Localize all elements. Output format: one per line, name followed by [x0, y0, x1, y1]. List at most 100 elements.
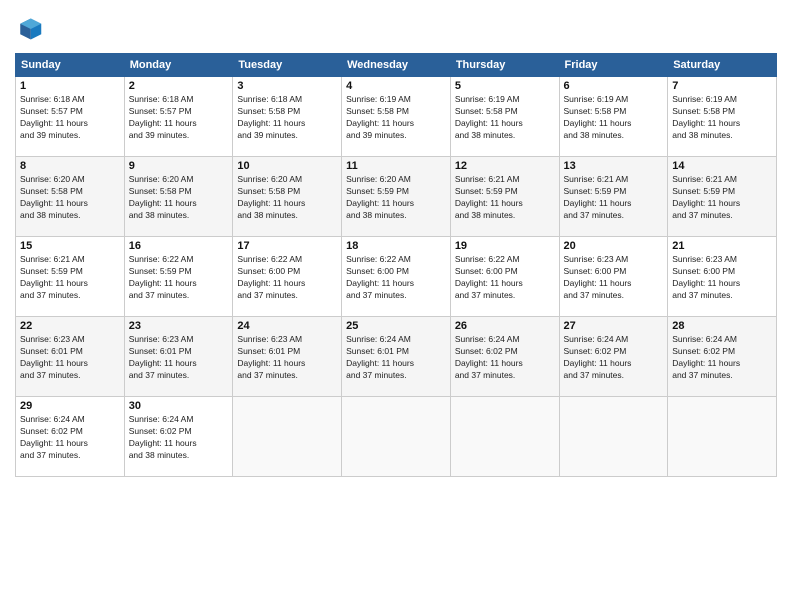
calendar-cell: 16 Sunrise: 6:22 AMSunset: 5:59 PMDayligh…: [124, 237, 233, 317]
page-header: [15, 15, 777, 43]
day-number: 20: [564, 240, 664, 252]
calendar-cell: 15Sunrise: 6:21 AMSunset: 5:59 PMDayligh…: [16, 237, 125, 317]
calendar-week-row: 8 Sunrise: 6:20 AMSunset: 5:58 PMDaylight…: [16, 157, 777, 237]
calendar-cell: 14Sunrise: 6:21 AMSunset: 5:59 PMDayligh…: [668, 157, 777, 237]
day-header-friday: Friday: [559, 54, 668, 77]
calendar-cell: 20 Sunrise: 6:23 AMSunset: 6:00 PMDayligh…: [559, 237, 668, 317]
calendar-cell: 17Sunrise: 6:22 AMSunset: 6:00 PMDayligh…: [233, 237, 342, 317]
day-info: Sunrise: 6:19 AMSunset: 5:58 PMDaylight:…: [564, 94, 664, 142]
calendar-table: SundayMondayTuesdayWednesdayThursdayFrid…: [15, 53, 777, 477]
calendar-cell: 11 Sunrise: 6:20 AMSunset: 5:59 PMDayligh…: [342, 157, 451, 237]
day-header-monday: Monday: [124, 54, 233, 77]
day-number: 29: [20, 400, 120, 412]
day-header-wednesday: Wednesday: [342, 54, 451, 77]
calendar-page: SundayMondayTuesdayWednesdayThursdayFrid…: [0, 0, 792, 612]
calendar-cell: 8 Sunrise: 6:20 AMSunset: 5:58 PMDaylight…: [16, 157, 125, 237]
day-number: 5: [455, 80, 555, 92]
day-info: Sunrise: 6:18 AMSunset: 5:58 PMDaylight:…: [237, 94, 337, 142]
day-info: Sunrise: 6:24 AMSunset: 6:02 PMDaylight:…: [129, 414, 229, 462]
day-number: 27: [564, 320, 664, 332]
day-info: Sunrise: 6:22 AMSunset: 5:59 PMDaylight:…: [129, 254, 229, 302]
day-info: Sunrise: 6:24 AMSunset: 6:02 PMDaylight:…: [672, 334, 772, 382]
day-info: Sunrise: 6:23 AMSunset: 6:01 PMDaylight:…: [20, 334, 120, 382]
calendar-cell: 30 Sunrise: 6:24 AMSunset: 6:02 PMDayligh…: [124, 397, 233, 477]
calendar-week-row: 1Sunrise: 6:18 AMSunset: 5:57 PMDaylight…: [16, 77, 777, 157]
day-number: 12: [455, 160, 555, 172]
day-info: Sunrise: 6:21 AMSunset: 5:59 PMDaylight:…: [564, 174, 664, 222]
day-info: Sunrise: 6:24 AMSunset: 6:01 PMDaylight:…: [346, 334, 446, 382]
day-number: 22: [20, 320, 120, 332]
calendar-cell: 21 Sunrise: 6:23 AMSunset: 6:00 PMDayligh…: [668, 237, 777, 317]
day-number: 7: [672, 80, 772, 92]
day-number: 17: [237, 240, 337, 252]
day-info: Sunrise: 6:20 AMSunset: 5:59 PMDaylight:…: [346, 174, 446, 222]
day-info: Sunrise: 6:20 AMSunset: 5:58 PMDaylight:…: [20, 174, 120, 222]
day-info: Sunrise: 6:23 AMSunset: 6:01 PMDaylight:…: [129, 334, 229, 382]
calendar-cell: 5 Sunrise: 6:19 AMSunset: 5:58 PMDaylight…: [450, 77, 559, 157]
calendar-cell: 13 Sunrise: 6:21 AMSunset: 5:59 PMDayligh…: [559, 157, 668, 237]
calendar-cell: 1Sunrise: 6:18 AMSunset: 5:57 PMDaylight…: [16, 77, 125, 157]
calendar-cell: 19 Sunrise: 6:22 AMSunset: 6:00 PMDayligh…: [450, 237, 559, 317]
calendar-week-row: 22 Sunrise: 6:23 AMSunset: 6:01 PMDayligh…: [16, 317, 777, 397]
day-info: Sunrise: 6:24 AMSunset: 6:02 PMDaylight:…: [564, 334, 664, 382]
day-number: 14: [672, 160, 772, 172]
calendar-cell: 4 Sunrise: 6:19 AMSunset: 5:58 PMDaylight…: [342, 77, 451, 157]
day-header-thursday: Thursday: [450, 54, 559, 77]
day-info: Sunrise: 6:23 AMSunset: 6:00 PMDaylight:…: [564, 254, 664, 302]
day-number: 25: [346, 320, 446, 332]
calendar-week-row: 29 Sunrise: 6:24 AMSunset: 6:02 PMDayligh…: [16, 397, 777, 477]
day-number: 13: [564, 160, 664, 172]
day-number: 28: [672, 320, 772, 332]
day-number: 21: [672, 240, 772, 252]
day-number: 16: [129, 240, 229, 252]
day-number: 11: [346, 160, 446, 172]
day-info: Sunrise: 6:19 AMSunset: 5:58 PMDaylight:…: [346, 94, 446, 142]
calendar-cell: 2Sunrise: 6:18 AMSunset: 5:57 PMDaylight…: [124, 77, 233, 157]
calendar-cell: [450, 397, 559, 477]
day-info: Sunrise: 6:20 AMSunset: 5:58 PMDaylight:…: [237, 174, 337, 222]
calendar-cell: 26Sunrise: 6:24 AMSunset: 6:02 PMDayligh…: [450, 317, 559, 397]
calendar-cell: 23 Sunrise: 6:23 AMSunset: 6:01 PMDayligh…: [124, 317, 233, 397]
calendar-header-row: SundayMondayTuesdayWednesdayThursdayFrid…: [16, 54, 777, 77]
logo: [15, 15, 47, 43]
calendar-cell: 28 Sunrise: 6:24 AMSunset: 6:02 PMDayligh…: [668, 317, 777, 397]
day-number: 6: [564, 80, 664, 92]
day-header-saturday: Saturday: [668, 54, 777, 77]
day-info: Sunrise: 6:20 AMSunset: 5:58 PMDaylight:…: [129, 174, 229, 222]
day-info: Sunrise: 6:22 AMSunset: 6:00 PMDaylight:…: [346, 254, 446, 302]
day-number: 4: [346, 80, 446, 92]
day-number: 18: [346, 240, 446, 252]
calendar-cell: 24Sunrise: 6:23 AMSunset: 6:01 PMDayligh…: [233, 317, 342, 397]
calendar-cell: 18 Sunrise: 6:22 AMSunset: 6:00 PMDayligh…: [342, 237, 451, 317]
day-info: Sunrise: 6:23 AMSunset: 6:00 PMDaylight:…: [672, 254, 772, 302]
calendar-cell: 25 Sunrise: 6:24 AMSunset: 6:01 PMDayligh…: [342, 317, 451, 397]
calendar-cell: 6 Sunrise: 6:19 AMSunset: 5:58 PMDaylight…: [559, 77, 668, 157]
day-number: 24: [237, 320, 337, 332]
day-header-tuesday: Tuesday: [233, 54, 342, 77]
day-number: 30: [129, 400, 229, 412]
day-number: 23: [129, 320, 229, 332]
calendar-cell: 22 Sunrise: 6:23 AMSunset: 6:01 PMDayligh…: [16, 317, 125, 397]
calendar-cell: 29Sunrise: 6:24 AMSunset: 6:02 PMDayligh…: [16, 397, 125, 477]
calendar-cell: 7 Sunrise: 6:19 AMSunset: 5:58 PMDaylight…: [668, 77, 777, 157]
calendar-week-row: 15Sunrise: 6:21 AMSunset: 5:59 PMDayligh…: [16, 237, 777, 317]
day-number: 8: [20, 160, 120, 172]
day-info: Sunrise: 6:19 AMSunset: 5:58 PMDaylight:…: [455, 94, 555, 142]
logo-icon: [15, 15, 43, 43]
day-number: 19: [455, 240, 555, 252]
day-info: Sunrise: 6:19 AMSunset: 5:58 PMDaylight:…: [672, 94, 772, 142]
calendar-cell: 10Sunrise: 6:20 AMSunset: 5:58 PMDayligh…: [233, 157, 342, 237]
day-info: Sunrise: 6:22 AMSunset: 6:00 PMDaylight:…: [455, 254, 555, 302]
calendar-cell: [342, 397, 451, 477]
day-header-sunday: Sunday: [16, 54, 125, 77]
calendar-cell: [559, 397, 668, 477]
calendar-cell: [233, 397, 342, 477]
day-info: Sunrise: 6:24 AMSunset: 6:02 PMDaylight:…: [455, 334, 555, 382]
calendar-cell: 9 Sunrise: 6:20 AMSunset: 5:58 PMDaylight…: [124, 157, 233, 237]
day-number: 9: [129, 160, 229, 172]
calendar-cell: 12 Sunrise: 6:21 AMSunset: 5:59 PMDayligh…: [450, 157, 559, 237]
day-number: 1: [20, 80, 120, 92]
day-number: 15: [20, 240, 120, 252]
calendar-cell: 3Sunrise: 6:18 AMSunset: 5:58 PMDaylight…: [233, 77, 342, 157]
day-info: Sunrise: 6:21 AMSunset: 5:59 PMDaylight:…: [455, 174, 555, 222]
